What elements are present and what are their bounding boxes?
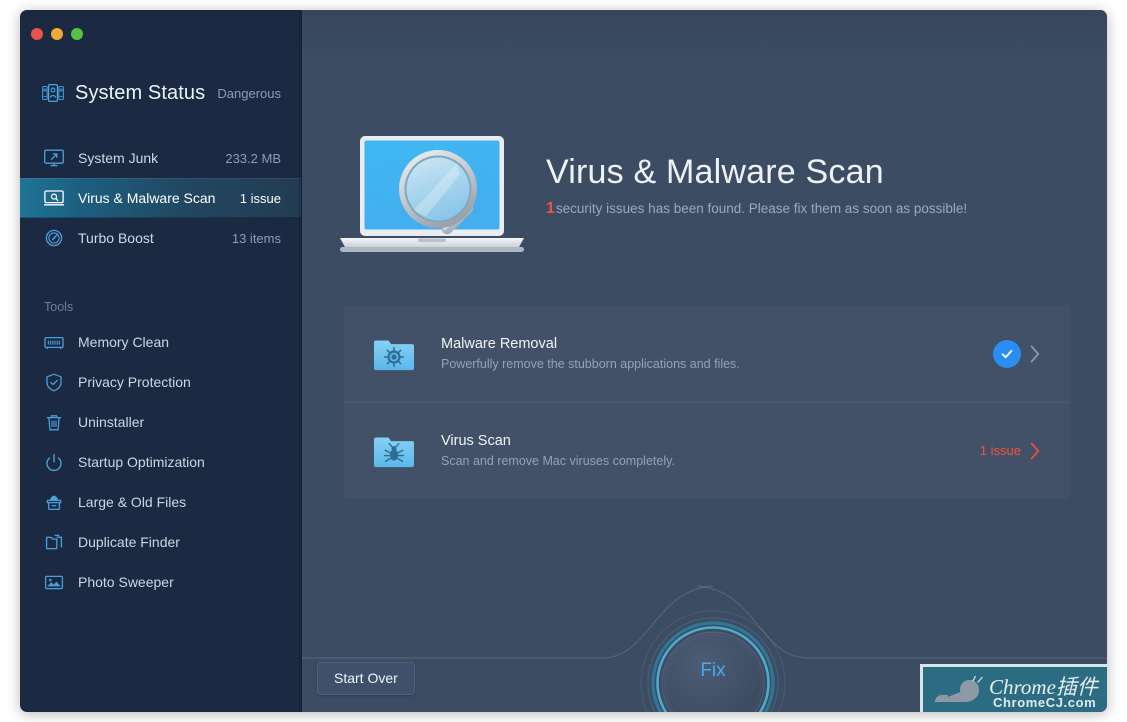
copy-folder-icon — [45, 534, 63, 549]
sidebar-item-startup-optimization[interactable]: Startup Optimization — [20, 442, 301, 482]
sidebar-item-label: Large & Old Files — [78, 494, 187, 510]
sidebar-tools: Memory Clean Privacy Protection Uninstal… — [20, 322, 301, 602]
tools-section-header: Tools — [44, 300, 74, 314]
sidebar-item-meta: 1 issue — [239, 190, 281, 206]
hero-subtitle: 1security issues has been found. Please … — [546, 200, 1086, 218]
issue-badge: 1 issue — [979, 443, 1021, 458]
system-status-icon — [42, 84, 64, 102]
feature-card-list: Malware Removal Powerfully remove the st… — [344, 305, 1070, 499]
sidebar-nav: System Junk 233.2 MB Virus & Malware Sca… — [20, 138, 301, 258]
fix-button-dial[interactable] — [638, 608, 788, 712]
sidebar-item-photo-sweeper[interactable]: Photo Sweeper — [20, 562, 301, 602]
list-item-description: Scan and remove Mac viruses completely. — [441, 454, 675, 468]
watermark: Chrome插件 ChromeCJ.com — [920, 664, 1107, 712]
list-item-title: Virus Scan — [441, 433, 511, 449]
start-over-button[interactable]: Start Over — [317, 662, 415, 695]
list-item-status[interactable] — [993, 339, 1040, 368]
sidebar-item-duplicate-finder[interactable]: Duplicate Finder — [20, 522, 301, 562]
list-item[interactable]: Virus Scan Scan and remove Mac viruses c… — [344, 402, 1070, 499]
watermark-url: ChromeCJ.com — [993, 695, 1097, 710]
main-top-band — [302, 10, 1107, 62]
list-item-texts: Virus Scan Scan and remove Mac viruses c… — [441, 433, 675, 468]
monitor-icon — [44, 149, 64, 167]
chevron-right-icon[interactable] — [1030, 345, 1040, 363]
sidebar-item-label: Photo Sweeper — [78, 574, 174, 590]
sidebar-item-label: Virus & Malware Scan — [78, 190, 216, 206]
list-item-status[interactable]: 1 issue — [980, 442, 1040, 460]
sidebar-item-label: Turbo Boost — [78, 230, 154, 246]
photo-icon — [44, 575, 64, 589]
snail-icon — [935, 676, 983, 702]
sidebar-item-label: Privacy Protection — [78, 374, 191, 390]
laptop-magnifier-illustration — [340, 136, 524, 252]
app-window: System Status Dangerous System Junk 233.… — [20, 10, 1107, 712]
hero-title: Virus & Malware Scan — [546, 153, 884, 191]
list-item-title: Malware Removal — [441, 336, 558, 352]
trash-icon — [46, 414, 62, 430]
sidebar-item-uninstaller[interactable]: Uninstaller — [20, 402, 301, 442]
scan-icon — [44, 190, 64, 206]
sidebar-item-label: Duplicate Finder — [78, 534, 180, 550]
power-icon — [46, 453, 62, 471]
chevron-right-icon[interactable] — [1030, 442, 1040, 460]
status-badge: Dangerous — [217, 85, 281, 101]
traffic-lights — [31, 28, 83, 40]
check-icon — [993, 339, 1021, 368]
list-item[interactable]: Malware Removal Powerfully remove the st… — [344, 305, 1070, 402]
sidebar: System Status Dangerous System Junk 233.… — [20, 10, 302, 712]
speedometer-icon — [45, 229, 63, 247]
sidebar-item-system-junk[interactable]: System Junk 233.2 MB — [20, 138, 301, 178]
checkmark-glyph — [1001, 349, 1013, 358]
sidebar-item-meta: 233.2 MB — [225, 150, 281, 166]
sidebar-item-label: Uninstaller — [78, 414, 145, 430]
zoom-button[interactable] — [71, 28, 83, 40]
close-button[interactable] — [31, 28, 43, 40]
sidebar-item-virus-malware-scan[interactable]: Virus & Malware Scan 1 issue — [20, 178, 301, 218]
malware-folder-icon — [374, 340, 414, 370]
fix-button[interactable]: Fix — [638, 608, 788, 712]
hero-subtitle-text: security issues has been found. Please f… — [555, 201, 968, 216]
list-item-description: Powerfully remove the stubborn applicati… — [441, 357, 740, 371]
page-title: System Status — [75, 81, 206, 104]
issue-count: 1 — [546, 200, 555, 217]
sidebar-item-turbo-boost[interactable]: Turbo Boost 13 items — [20, 218, 301, 258]
system-status-header: System Status Dangerous — [20, 70, 301, 116]
sidebar-item-label: System Junk — [78, 150, 159, 166]
sidebar-item-privacy-protection[interactable]: Privacy Protection — [20, 362, 301, 402]
shield-icon — [46, 373, 62, 391]
hero-section: Virus & Malware Scan 1security issues ha… — [302, 122, 1107, 272]
archive-icon — [46, 495, 62, 510]
minimize-button[interactable] — [51, 28, 63, 40]
sidebar-item-memory-clean[interactable]: Memory Clean — [20, 322, 301, 362]
sidebar-item-large-old-files[interactable]: Large & Old Files — [20, 482, 301, 522]
sidebar-item-label: Startup Optimization — [78, 454, 205, 470]
sidebar-item-meta: 13 items — [231, 230, 281, 246]
list-item-texts: Malware Removal Powerfully remove the st… — [441, 336, 740, 371]
sidebar-item-label: Memory Clean — [78, 334, 170, 350]
memory-icon — [44, 336, 64, 349]
virus-folder-icon — [374, 437, 414, 467]
hero-text: Virus & Malware Scan 1security issues ha… — [546, 152, 1086, 218]
main-panel: Virus & Malware Scan 1security issues ha… — [302, 10, 1107, 712]
